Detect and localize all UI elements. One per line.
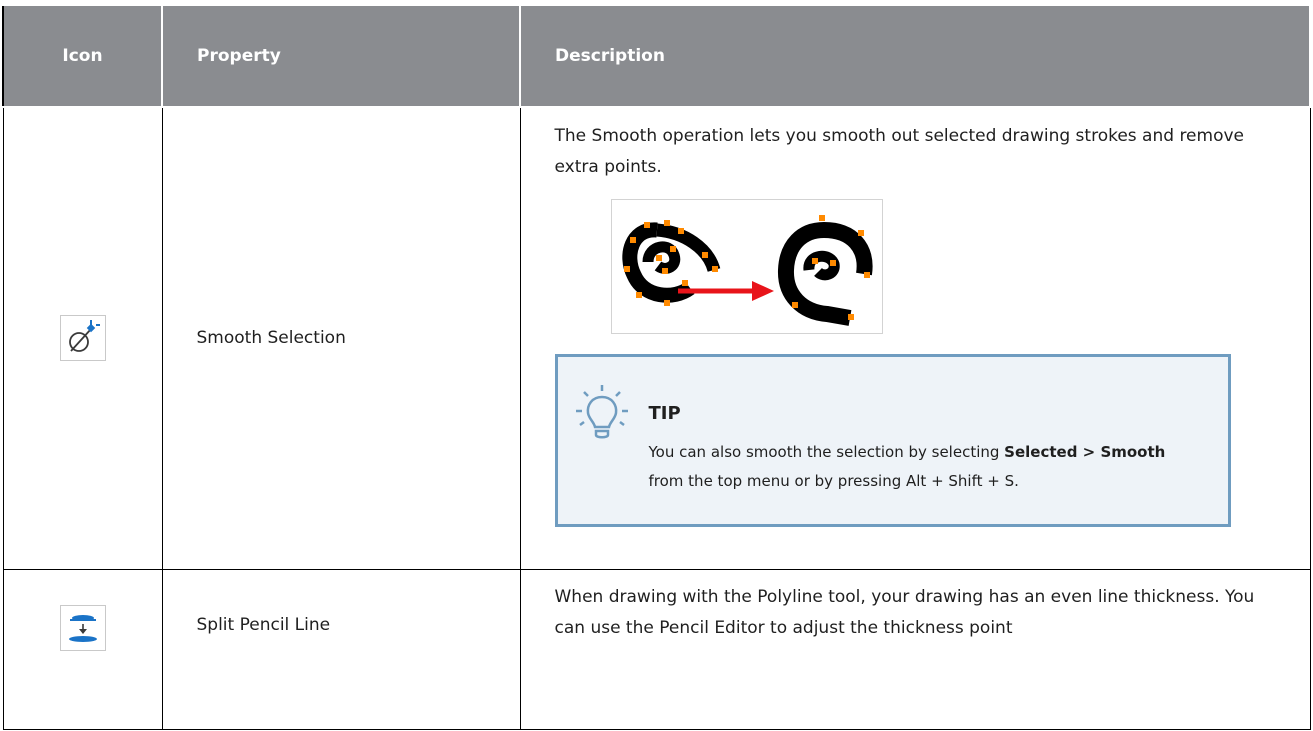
table-header-row: Icon Property Description [2, 6, 1311, 108]
lightbulb-icon [575, 385, 628, 439]
property-name: Smooth Selection [161, 106, 521, 570]
header-icon: Icon [2, 6, 163, 108]
smooth-illustration [610, 199, 883, 335]
tip-title: TIP [648, 403, 681, 425]
header-property: Property [161, 6, 521, 108]
icon-cell [2, 568, 163, 730]
tip-text-before: You can also smooth the selection by sel… [648, 443, 1005, 462]
description-text: The Smooth operation lets you smooth out… [554, 126, 1245, 178]
property-name: Split Pencil Line [161, 568, 521, 730]
split-pencil-line-icon [59, 604, 106, 651]
table-row: Split Pencil Line When drawing with the … [2, 568, 1311, 730]
smooth-selection-icon [59, 315, 106, 362]
description-text: When drawing with the Polyline tool, you… [519, 568, 1311, 730]
tip-text-after: from the top menu or by pressing Alt + S… [648, 472, 1019, 491]
icon-cell [2, 106, 163, 570]
tip-menu-path: Selected > Smooth [1004, 443, 1166, 462]
header-description: Description [519, 6, 1311, 108]
description-cell: The Smooth operation lets you smooth out… [519, 106, 1311, 570]
properties-table: Icon Property Description Smooth Selecti… [2, 6, 1311, 730]
tip-text: You can also smooth the selection by sel… [649, 438, 1204, 496]
table-row: Smooth Selection The Smooth operation le… [2, 106, 1311, 570]
tip-box: TIP You can also smooth the selection by… [554, 354, 1231, 528]
